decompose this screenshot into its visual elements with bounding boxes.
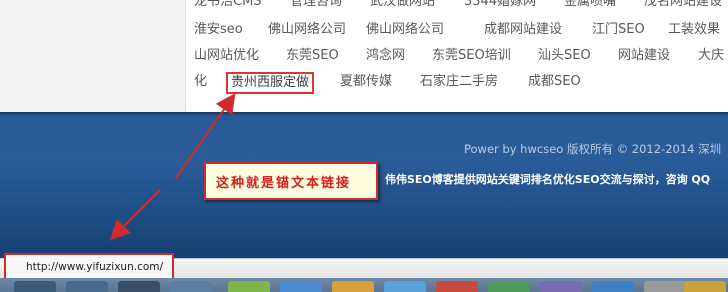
status-url-text: http://www.yifuzixun.com/ [26, 261, 164, 273]
taskbar-app-icon[interactable] [66, 281, 108, 292]
taskbar-app-icon[interactable] [170, 281, 212, 292]
taskbar-app-icon[interactable] [592, 281, 634, 292]
taskbar-app-icon[interactable] [14, 281, 56, 292]
taskbar-app-icon[interactable] [436, 281, 478, 292]
taskbar-app-icon[interactable] [644, 281, 686, 292]
taskbar-app-icon[interactable] [332, 281, 374, 292]
taskbar-app-icon[interactable] [540, 281, 582, 292]
taskbar-app-icon[interactable] [488, 281, 530, 292]
taskbar-app-icon[interactable] [280, 281, 322, 292]
taskbar-app-icon[interactable] [118, 281, 160, 292]
arrow-to-status-url [109, 189, 161, 241]
annotation-callout: 这种就是锚文本链接 [204, 162, 378, 200]
taskbar-app-icon[interactable] [384, 281, 426, 292]
annotation-text: 这种就是锚文本链接 [216, 176, 352, 191]
taskbar-app-icon[interactable] [228, 281, 270, 292]
annotation-arrows [109, 93, 236, 241]
taskbar-app-icon[interactable] [684, 281, 726, 292]
